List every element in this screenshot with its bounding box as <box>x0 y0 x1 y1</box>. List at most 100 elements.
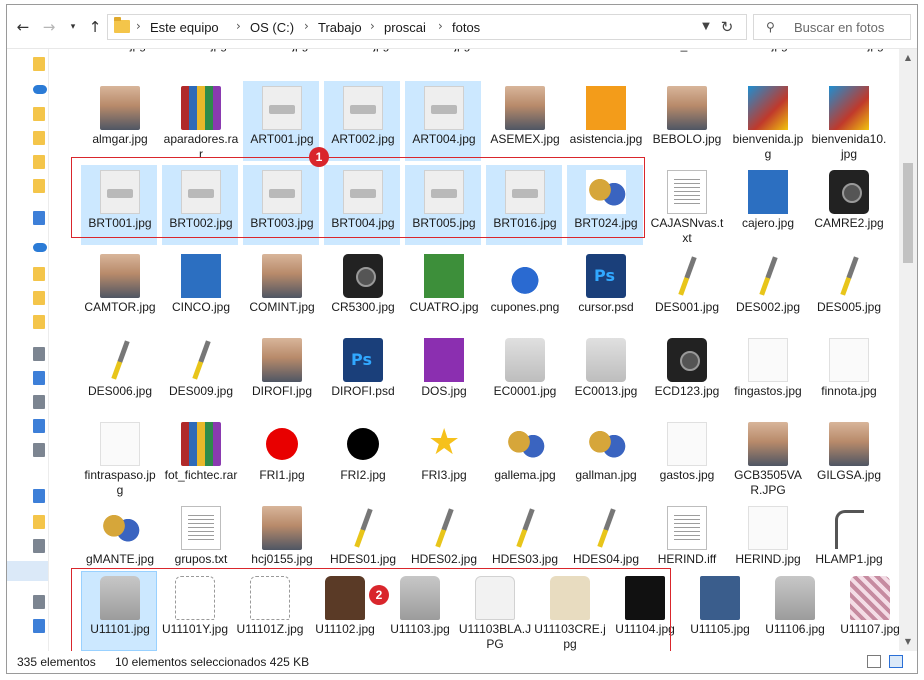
file-item[interactable]: DOS.jpg <box>405 333 481 413</box>
file-item[interactable]: 00121.jpg <box>243 49 319 67</box>
onedrive-icon[interactable] <box>33 243 47 252</box>
folder-icon[interactable] <box>33 315 45 329</box>
file-list[interactable]: 00112.jpg 00119.jpg 00121.jpg 00142.jpg 0014… <box>49 49 899 651</box>
breadcrumb[interactable]: › Este equipo › OS (C:) › Trabajo › pros… <box>107 14 747 40</box>
up-button[interactable]: ↑ <box>85 17 105 37</box>
drive-icon[interactable] <box>33 419 45 433</box>
onedrive-icon[interactable] <box>33 85 47 94</box>
scrollbar-thumb[interactable] <box>903 163 913 263</box>
file-item[interactable]: GCB3505VAR.JPG <box>729 417 805 497</box>
file-item[interactable]: finnota.jpg <box>810 333 886 413</box>
folder-icon[interactable] <box>33 267 45 281</box>
file-item[interactable]: ART001.jpg <box>243 81 319 161</box>
file-item[interactable]: HLAMP1.jpg <box>810 501 886 581</box>
file-item[interactable]: CAMTOR.jpg <box>81 249 157 329</box>
breadcrumb-trabajo[interactable]: Trabajo <box>318 20 362 35</box>
file-item[interactable]: gallema.jpg <box>486 417 562 497</box>
file-item[interactable]: aparadores.rar <box>162 81 238 161</box>
file-item[interactable]: CR5300.jpg <box>324 249 400 329</box>
file-item[interactable]: AGLADO.jpg <box>810 49 886 67</box>
cube-icon[interactable] <box>33 489 45 503</box>
download-icon[interactable] <box>33 371 45 385</box>
file-item[interactable]: cajero.jpg <box>729 165 805 245</box>
file-item[interactable]: DIROFI.jpg <box>243 333 319 413</box>
file-item[interactable]: bienvenida.jpg <box>729 81 805 161</box>
drive-icon[interactable] <box>33 443 45 457</box>
file-item[interactable]: DES001.jpg <box>648 249 724 329</box>
recent-locations-button[interactable]: ▾ <box>63 17 83 37</box>
file-item[interactable]: DIROFI.psd <box>324 333 400 413</box>
file-item[interactable]: U11106.jpg <box>756 571 832 651</box>
file-item[interactable]: a0.ai <box>567 49 643 67</box>
file-item[interactable]: 00112.jpg <box>81 49 157 67</box>
folder-icon[interactable] <box>33 57 45 71</box>
dropbox-icon[interactable] <box>33 211 45 225</box>
network-icon[interactable] <box>33 619 45 633</box>
file-item[interactable]: FRI3.jpg <box>405 417 481 497</box>
documents-icon[interactable] <box>33 395 45 409</box>
selected-nav-item[interactable] <box>7 561 48 581</box>
file-item[interactable]: asistencia.jpg <box>567 81 643 161</box>
file-item[interactable]: bienvenida10.jpg <box>810 81 886 161</box>
file-item[interactable]: DES005.jpg <box>810 249 886 329</box>
file-item[interactable]: DES002.jpg <box>729 249 805 329</box>
file-item[interactable]: U11107.jpg <box>831 571 899 651</box>
file-item[interactable]: GILGSA.jpg <box>810 417 886 497</box>
folder-icon[interactable] <box>33 291 45 305</box>
file-item[interactable]: cursor.psd <box>567 249 643 329</box>
folder-icon[interactable] <box>33 131 45 145</box>
file-item[interactable]: fot_fichtec.rar <box>162 417 238 497</box>
file-item[interactable]: almgar.jpg <box>81 81 157 161</box>
file-item[interactable]: gastos.jpg <box>648 417 724 497</box>
file-item[interactable]: CINCO.jpg <box>162 249 238 329</box>
folder-icon[interactable] <box>33 107 45 121</box>
file-item[interactable]: ART004.jpg <box>405 81 481 161</box>
file-item[interactable]: fintraspaso.jpg <box>81 417 157 497</box>
file-item[interactable]: cupones.png <box>486 249 562 329</box>
search-input[interactable]: Buscar en fotos <box>794 20 884 35</box>
file-item[interactable]: CAJASNvas.txt <box>648 165 724 245</box>
file-item[interactable]: DES006.jpg <box>81 333 157 413</box>
drive-icon[interactable] <box>33 595 45 609</box>
file-item[interactable]: EC0001.jpg <box>486 333 562 413</box>
forward-button[interactable]: → <box>39 17 59 37</box>
file-item[interactable]: ECD123.jpg <box>648 333 724 413</box>
folder-icon[interactable] <box>33 179 45 193</box>
navigation-pane[interactable] <box>7 49 49 651</box>
breadcrumb-os-c[interactable]: OS (C:) <box>250 20 294 35</box>
breadcrumb-proscai[interactable]: proscai <box>384 20 426 35</box>
file-item[interactable]: gallman.jpg <box>567 417 643 497</box>
file-item[interactable]: FRI1.jpg <box>243 417 319 497</box>
file-item[interactable]: EC0013.jpg <box>567 333 643 413</box>
scroll-up-icon[interactable]: ▲ <box>899 49 917 67</box>
back-button[interactable]: ← <box>13 17 33 37</box>
large-icons-view-icon[interactable] <box>889 655 903 668</box>
file-item[interactable]: ART002.jpg <box>324 81 400 161</box>
drive-icon[interactable] <box>33 539 45 553</box>
details-view-icon[interactable] <box>867 655 881 668</box>
file-item[interactable]: 00119.jpg <box>162 49 238 67</box>
file-item[interactable]: FRI2.jpg <box>324 417 400 497</box>
file-item[interactable]: 00147.jpg <box>405 49 481 67</box>
breadcrumb-fotos[interactable]: fotos <box>452 20 480 35</box>
file-item[interactable]: a0_2.ai <box>648 49 724 67</box>
search-box[interactable]: ⚲ Buscar en fotos <box>753 14 911 40</box>
breadcrumb-este-equipo[interactable]: Este equipo <box>150 20 219 35</box>
file-item[interactable]: CUATRO.jpg <box>405 249 481 329</box>
file-item[interactable]: 00142.jpg <box>324 49 400 67</box>
vertical-scrollbar[interactable]: ▲ ▼ <box>899 49 917 651</box>
file-item[interactable]: CAMRE2.jpg <box>810 165 886 245</box>
file-item[interactable]: aae.jpg <box>729 49 805 67</box>
folder-icon[interactable] <box>33 155 45 169</box>
file-item[interactable]: DES009.jpg <box>162 333 238 413</box>
scroll-down-icon[interactable]: ▼ <box>899 633 917 651</box>
file-item[interactable]: HERIND.jpg <box>729 501 805 581</box>
file-item[interactable]: BEBOLO.jpg <box>648 81 724 161</box>
file-item[interactable]: COMINT.jpg <box>243 249 319 329</box>
file-item[interactable]: U11105.jpg <box>681 571 757 651</box>
file-item[interactable]: 00158.JPG <box>486 49 562 67</box>
file-item[interactable]: fingastos.jpg <box>729 333 805 413</box>
folder-icon[interactable] <box>33 515 45 529</box>
refresh-button[interactable]: ↻ <box>713 14 741 40</box>
file-item[interactable]: ASEMEX.jpg <box>486 81 562 161</box>
